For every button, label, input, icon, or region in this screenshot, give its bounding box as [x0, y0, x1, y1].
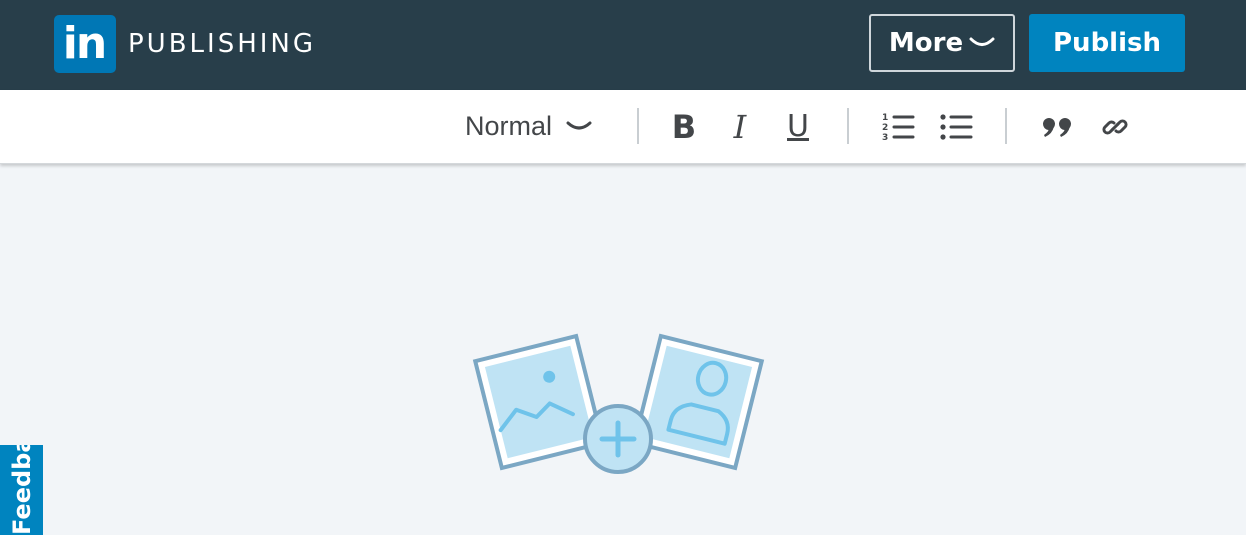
quote-button[interactable] [1037, 90, 1077, 163]
bulleted-list-button[interactable] [936, 90, 976, 163]
ordered-list-icon: 123 [882, 113, 915, 143]
feedback-tab[interactable]: Feedback [0, 445, 43, 535]
chevron-down-icon [566, 121, 592, 129]
publish-button[interactable]: Publish [1029, 14, 1185, 72]
paragraph-style-value: Normal [465, 111, 553, 141]
toolbar-divider [637, 108, 639, 144]
publishing-title: PUBLISHING [128, 29, 317, 59]
add-image-illustration [472, 333, 765, 474]
chevron-down-icon [969, 37, 995, 46]
ordered-list-button[interactable]: 123 [878, 90, 918, 163]
top-bar: in PUBLISHING More Publish [0, 0, 1249, 90]
more-button[interactable]: More [869, 14, 1015, 72]
more-button-label: More [888, 28, 964, 58]
add-cover-image-button[interactable] [470, 330, 770, 480]
underline-button[interactable]: U [777, 90, 819, 163]
svg-text:1: 1 [882, 113, 888, 123]
italic-button[interactable]: I [720, 90, 760, 163]
quote-icon [1043, 117, 1071, 137]
bold-button[interactable]: B [663, 90, 705, 163]
paragraph-style-select[interactable]: Normal [465, 90, 615, 163]
link-icon [1102, 118, 1128, 135]
linkedin-logo[interactable]: in [54, 15, 116, 73]
link-button[interactable] [1095, 90, 1135, 163]
svg-text:3: 3 [882, 133, 888, 143]
toolbar-divider [847, 108, 849, 144]
toolbar-divider [1005, 108, 1007, 144]
formatting-toolbar: Normal B I U 123 [0, 90, 1246, 164]
feedback-label: Feedback [8, 445, 36, 535]
bulleted-list-icon [940, 113, 973, 140]
svg-text:2: 2 [882, 123, 888, 133]
